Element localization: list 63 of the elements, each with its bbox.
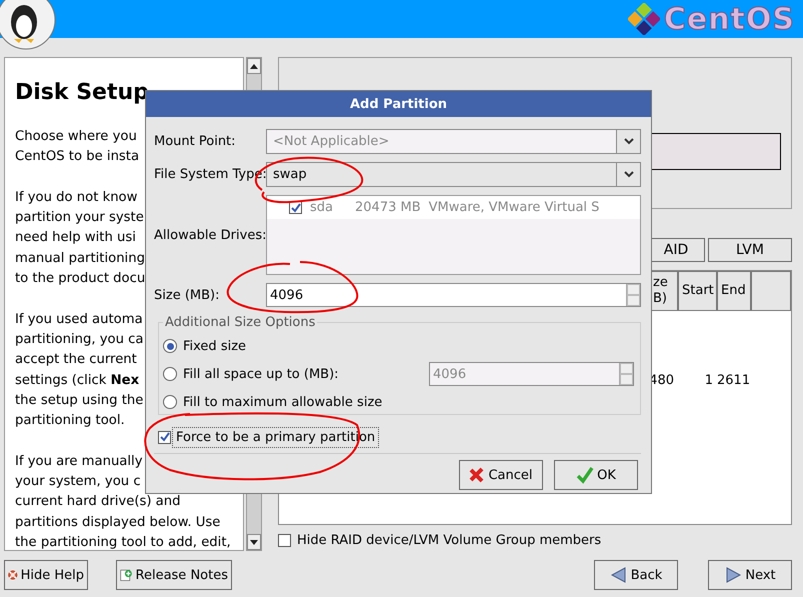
- scroll-down-icon[interactable]: [250, 540, 258, 544]
- help-text-line: your system, you c: [15, 473, 141, 492]
- frame-title: Additional Size Options: [164, 315, 316, 330]
- cross-icon: [469, 467, 486, 483]
- help-text-line: the partitioning tool to add, edit,: [15, 534, 231, 550]
- help-text-line: partitioning, you ca: [15, 330, 144, 349]
- dropdown-caret-icon: [624, 171, 634, 178]
- help-text-line: to the product docu: [15, 270, 146, 288]
- table-cell-text: 1: [704, 373, 714, 388]
- help-text-line: CentOS to be insta: [15, 148, 140, 166]
- help-text-line: If you are manually: [15, 452, 143, 471]
- next-arrow-icon: [724, 566, 742, 584]
- dialog-title: Add Partition: [146, 91, 651, 117]
- radio-button[interactable]: [163, 367, 177, 381]
- dropdown-caret-icon: [624, 138, 634, 145]
- column-header: [751, 271, 791, 311]
- radio-label: Fixed size: [183, 338, 246, 354]
- pinwheel-logo-icon: [628, 3, 660, 35]
- help-title: Disk Setup: [15, 80, 149, 105]
- radio-label: Fill all space up to (MB):: [183, 366, 339, 382]
- cancel-button[interactable]: Cancel: [459, 460, 543, 490]
- drive-item[interactable]: sda 20473 MB VMware, VMware Virtual S: [267, 196, 640, 219]
- drive-model: VMware, VMware Virtual S: [428, 200, 600, 215]
- column-header[interactable]: Start: [678, 271, 717, 311]
- help-text-line: settings (click Nex: [15, 372, 140, 390]
- checkmark-icon: [160, 432, 170, 442]
- help-text-line: If you do not know: [15, 188, 138, 207]
- column-header[interactable]: End: [717, 271, 751, 311]
- field-label: Size (MB):: [154, 288, 220, 302]
- help-text-line: manual partitioning: [15, 250, 145, 268]
- checkbox[interactable]: [158, 430, 171, 444]
- checkmark-icon: [290, 202, 300, 212]
- ok-button[interactable]: OK: [554, 460, 638, 490]
- field-label: Mount Point:: [154, 134, 237, 149]
- help-text-line: partitions displayed below. Use: [15, 514, 220, 532]
- next-button[interactable]: Next: [708, 560, 792, 590]
- help-text-line: accept the current: [15, 351, 137, 370]
- toolbar-button[interactable]: LVM: [708, 238, 792, 262]
- drive-name: sda: [310, 200, 333, 215]
- help-text-line: the setup using the: [15, 392, 144, 410]
- notes-button[interactable]: Release Notes: [116, 560, 232, 590]
- back-arrow-icon: [610, 566, 628, 584]
- back-button[interactable]: Back: [594, 560, 678, 590]
- drive-size: 20473 MB: [355, 200, 421, 215]
- checkbox-label: Hide RAID device/LVM Volume Group members: [297, 533, 602, 548]
- checkbox[interactable]: [278, 534, 291, 547]
- radio-label: Fill to maximum allowable size: [183, 394, 382, 410]
- help-text-line: partitioning tool.: [15, 412, 125, 430]
- file-system-dropdown[interactable]: swap: [266, 162, 641, 187]
- help-button[interactable]: Hide Help: [4, 560, 88, 590]
- help-text-line: partition your syste: [15, 209, 144, 228]
- logo-wordmark: CentOS: [664, 2, 795, 36]
- size-spinbox[interactable]: 4096: [266, 283, 641, 307]
- help-text-line: current hard drive(s) and: [15, 493, 180, 512]
- table-cell: 2611: [717, 373, 751, 388]
- field-label: Allowable Drives:: [154, 228, 266, 242]
- radio-button[interactable]: [163, 395, 177, 409]
- help-text-line: need help with usi: [15, 229, 136, 248]
- help-text-line: If you used automa: [15, 310, 143, 329]
- help-text-line: Choose where you: [15, 128, 137, 146]
- checkmark-icon: [576, 466, 594, 484]
- scroll-up-icon[interactable]: [250, 64, 258, 68]
- radio-button[interactable]: [163, 339, 177, 353]
